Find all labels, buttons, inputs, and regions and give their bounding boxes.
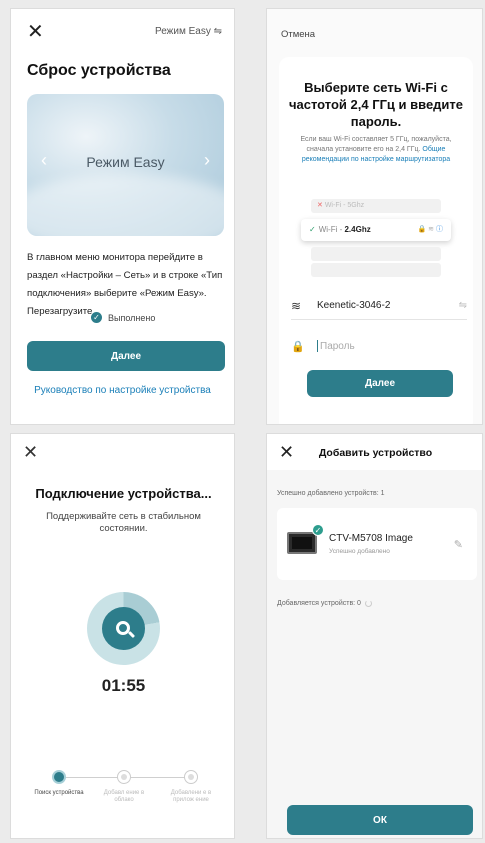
added-count: Успешно добавлено устройств: 1 bbox=[277, 490, 385, 497]
edit-icon[interactable]: ✎ bbox=[454, 538, 463, 551]
ssid-field[interactable]: ≋ Keenetic-3046-2 ⇋ bbox=[291, 292, 467, 320]
next-button[interactable]: Далее bbox=[27, 341, 225, 371]
wifi-card: Выберите сеть Wi-Fi с частотой 2,4 ГГц и… bbox=[279, 57, 473, 424]
device-added-screen: ✕ Добавить устройство Успешно добавлено … bbox=[266, 433, 483, 839]
page-title: Добавить устройство bbox=[318, 447, 433, 459]
step-dot bbox=[52, 770, 66, 784]
banner-label: Режим Easy bbox=[86, 154, 165, 170]
search-progress-ring bbox=[87, 592, 160, 665]
connecting-screen: ✕ Подключение устройства... Поддерживайт… bbox=[10, 433, 235, 839]
device-status: Успешно добавлено bbox=[329, 548, 390, 555]
setup-guide-link[interactable]: Руководство по настройке устройства bbox=[11, 385, 234, 396]
wifi-placeholder-row bbox=[311, 263, 441, 277]
loading-icon bbox=[364, 600, 372, 607]
close-icon[interactable]: ✕ bbox=[23, 442, 38, 463]
wifi-setup-screen: Отмена Выберите сеть Wi-Fi с частотой 2,… bbox=[266, 8, 483, 425]
check-icon: ✓ bbox=[312, 524, 324, 536]
password-field[interactable]: 🔒 Пароль bbox=[291, 332, 467, 360]
header-bar: ✕ Добавить устройство bbox=[267, 434, 482, 470]
text-cursor bbox=[317, 340, 318, 352]
swap-icon[interactable]: ⇋ bbox=[459, 300, 467, 311]
device-name: CTV-M5708 Image bbox=[329, 533, 413, 544]
step-label: Добавлени е в прилож ение bbox=[170, 790, 212, 803]
done-label: Выполнено bbox=[108, 312, 156, 323]
wifi-24ghz-row: ✓ Wi-Fi - 2.4Ghz 🔒 ≋ ⓘ bbox=[301, 219, 451, 241]
reset-device-screen: ✕ Режим Easy ⇋ Сброс устройства ‹ Режим … bbox=[10, 8, 235, 425]
next-button[interactable]: Далее bbox=[307, 370, 453, 397]
device-card[interactable]: ✓ CTV-M5708 Image Успешно добавлено ✎ bbox=[277, 508, 477, 580]
easy-mode-toggle[interactable]: Режим Easy ⇋ bbox=[155, 26, 222, 37]
step-label: Поиск устройства bbox=[34, 790, 84, 796]
subtitle: Поддерживайте сеть в стабильном состояни… bbox=[46, 511, 201, 534]
step-search: Поиск устройства bbox=[29, 766, 89, 797]
wifi-status-icons: 🔒 ≋ ⓘ bbox=[417, 226, 443, 233]
step-cloud: Добавл ение в облако bbox=[94, 766, 154, 804]
search-icon-badge bbox=[102, 607, 145, 650]
adding-count: Добавляется устройств: 0 bbox=[277, 600, 361, 607]
search-icon bbox=[115, 620, 130, 635]
page-title: Сброс устройства bbox=[27, 62, 171, 79]
check-icon: ✓ bbox=[91, 312, 102, 323]
countdown-timer: 01:55 bbox=[101, 676, 146, 695]
close-icon[interactable]: ✕ bbox=[27, 19, 44, 44]
ssid-value: Keenetic-3046-2 bbox=[317, 300, 391, 311]
done-checkbox[interactable]: ✓ Выполнено bbox=[91, 312, 155, 323]
instruction-text: В главном меню монитора перейдите в разд… bbox=[27, 252, 223, 317]
progress-steps: Поиск устройства Добавл ение в облако До… bbox=[11, 766, 234, 826]
step-label: Добавл ение в облако bbox=[103, 790, 145, 803]
wifi-5ghz-row: ✕ Wi-Fi - 5Ghz bbox=[311, 199, 441, 213]
wifi-band-illustration: ✕ Wi-Fi - 5Ghz ✓ Wi-Fi - 2.4Ghz 🔒 ≋ ⓘ bbox=[301, 197, 451, 277]
page-title: Выберите сеть Wi-Fi с частотой 2,4 ГГц и… bbox=[288, 80, 464, 129]
check-icon: ✓ bbox=[309, 225, 316, 234]
easy-mode-banner: ‹ Режим Easy › bbox=[27, 94, 224, 236]
wifi-icon: ≋ bbox=[291, 298, 302, 313]
chevron-right-icon[interactable]: › bbox=[204, 150, 210, 171]
info-icon: ⓘ bbox=[436, 226, 443, 233]
ok-button[interactable]: ОК bbox=[287, 805, 473, 835]
cancel-button[interactable]: Отмена bbox=[281, 29, 315, 40]
lock-icon: 🔒 bbox=[291, 340, 305, 353]
step-dot bbox=[117, 770, 131, 784]
step-dot bbox=[184, 770, 198, 784]
wifi-hint: Если ваш Wi-Fi составляет 5 ГГц, пожалуй… bbox=[289, 135, 463, 165]
wifi-placeholder-row bbox=[311, 247, 441, 261]
cross-icon: ✕ bbox=[317, 202, 323, 209]
adding-count-row: Добавляется устройств: 0 bbox=[277, 600, 372, 607]
password-placeholder: Пароль bbox=[320, 340, 355, 352]
step-app: Добавлени е в прилож ение bbox=[161, 766, 221, 804]
page-title: Подключение устройства... bbox=[35, 486, 212, 501]
monitor-thumbnail bbox=[287, 532, 317, 554]
